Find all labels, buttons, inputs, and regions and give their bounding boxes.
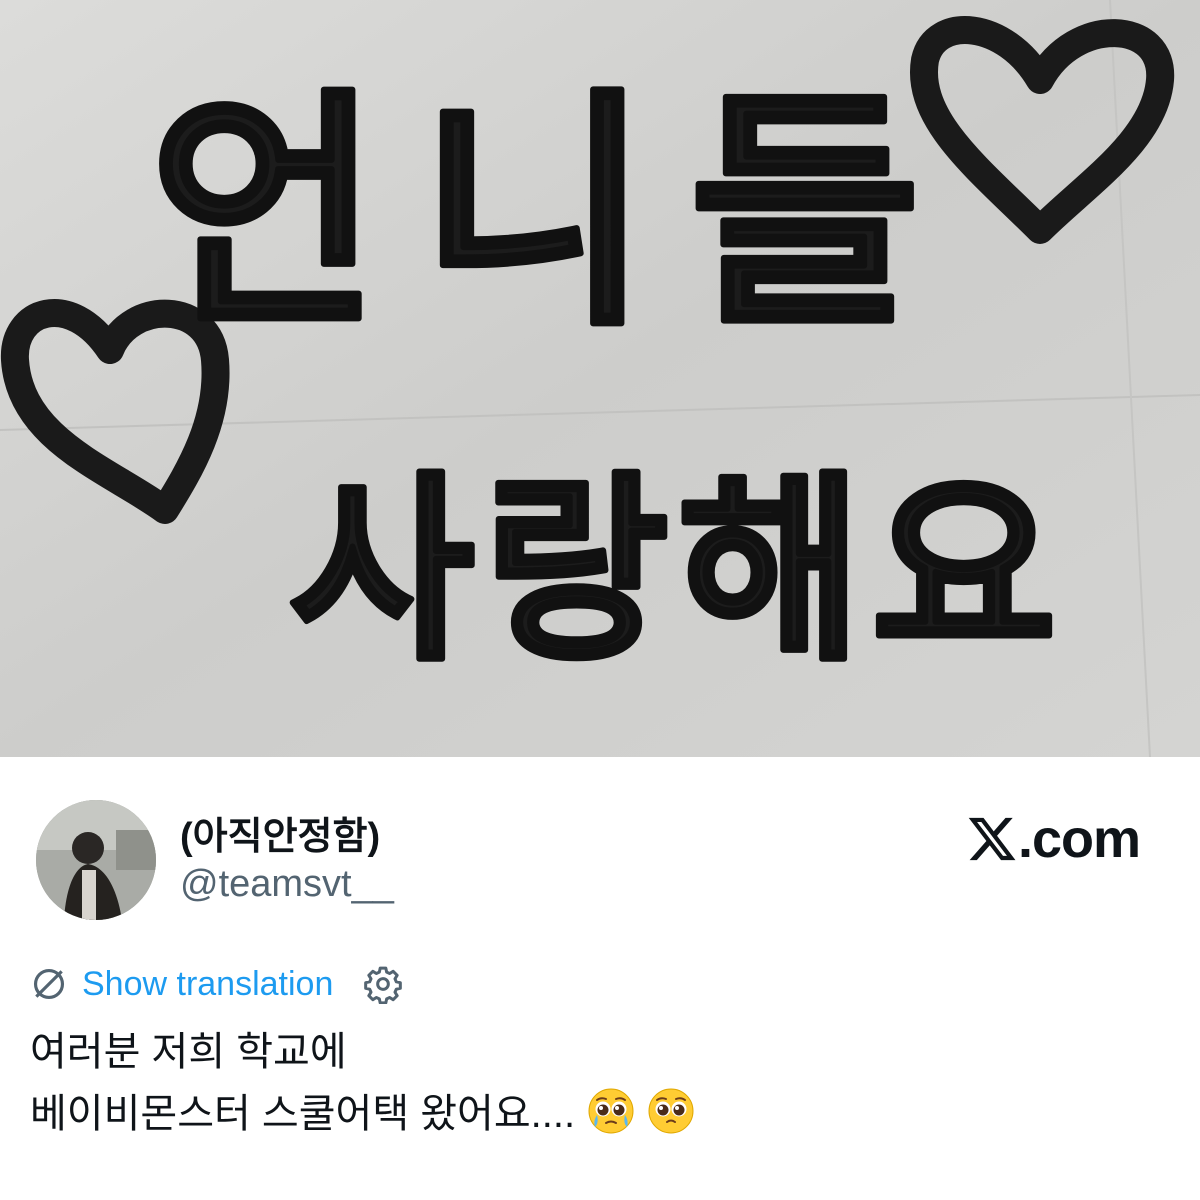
avatar[interactable] <box>36 800 156 920</box>
pleading-face-tears-emoji <box>588 1088 634 1134</box>
tweet-screenshot: 언니들 사랑해요 (아직안정함) @teamsvt__ .com Show tr… <box>0 0 1200 1200</box>
attached-photo[interactable]: 언니들 사랑해요 <box>0 0 1200 757</box>
tweet-line-2-wrapper: 베이비몬스터 스쿨어택 왔어요.... <box>30 1083 695 1145</box>
brand-text: .com <box>1017 809 1141 869</box>
display-name[interactable]: (아직안정함) <box>180 805 380 860</box>
tweet-line-2: 베이비몬스터 스쿨어택 왔어요.... <box>30 1092 576 1136</box>
pleading-face-emoji <box>648 1088 694 1134</box>
show-translation-link[interactable]: Show translation <box>82 965 333 1004</box>
tweet-card: (아직안정함) @teamsvt__ .com Show translation… <box>0 757 1200 1200</box>
tweet-line-1: 여러분 저희 학교에 <box>30 1030 347 1074</box>
user-handle[interactable]: @teamsvt__ <box>180 863 394 906</box>
globe-slash-icon <box>33 968 65 1000</box>
avatar-photo <box>36 800 156 920</box>
gear-icon[interactable] <box>363 964 403 1004</box>
x-logo-icon <box>968 817 1016 861</box>
sign-line-2: 사랑해요 <box>290 455 1066 688</box>
tweet-text: 여러분 저희 학교에 베이비몬스터 스쿨어택 왔어요.... <box>30 1021 695 1145</box>
translation-bar: Show translation <box>30 960 403 1008</box>
sign-line-1: 언니들 <box>150 68 960 359</box>
handwritten-sign: 언니들 사랑해요 <box>0 0 1200 757</box>
brand-logo: .com <box>966 809 1141 869</box>
